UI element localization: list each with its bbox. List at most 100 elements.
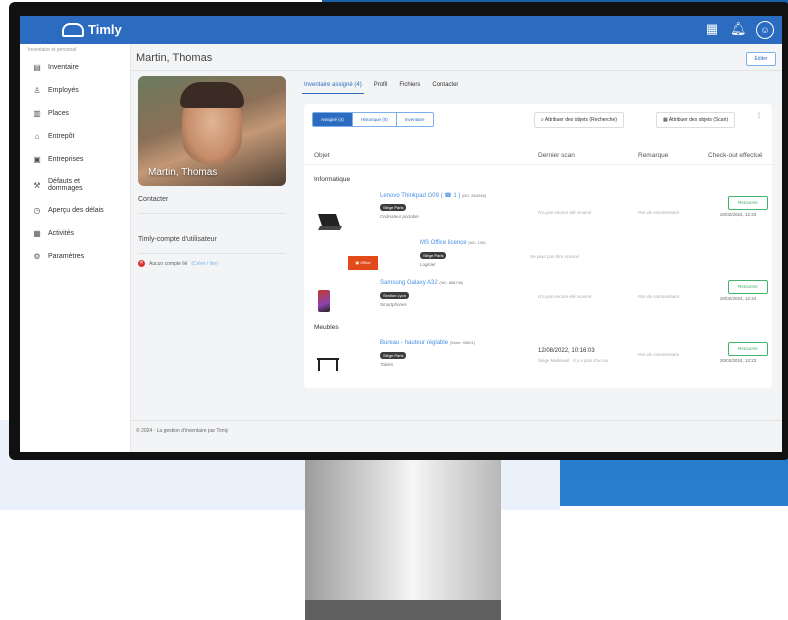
item-ref: (NC: 894348) [462,193,487,198]
attribute-scan-button[interactable]: ▦ Attribuer des objets (Scan) [656,112,736,128]
item-title: MS Office licence [420,240,467,246]
location-badge: Section Lyon [380,292,409,299]
inventory-card: Assigné (4) Historique (0) Inventaire ⌕ … [304,104,772,388]
attribute-search-label: Attribuer des objets (Recherche) [544,117,617,123]
remark-text: Pas de commentaire [638,352,680,357]
create-link-account-link[interactable]: (Créer / lier) [191,261,218,267]
item-title: Lenovo Thinkpad G09 ( ☎ 1 ) [380,193,461,199]
segment-inventaire[interactable]: Inventaire [397,113,433,126]
checkout-date: 20/02/2024, 12:23 [720,358,757,363]
laptop-thumbnail [318,214,342,230]
top-bar: Timly ▦ 🔔︎ ☺ [20,16,782,44]
item-title-link[interactable]: Samsung Galaxy A32 (NC: 888746) [380,280,463,286]
error-icon: ✕ [138,260,145,267]
checkout-date: 20/02/2024, 12:23 [720,212,757,217]
clock-icon: ◷ [33,206,41,215]
phone-thumbnail [318,290,330,312]
item-title: Samsung Galaxy A32 [380,280,438,286]
divider [138,253,286,254]
account-status-text: Aucun compte lié [149,260,188,267]
sidebar-item-places[interactable]: ▥ Places [20,102,130,125]
header-checkout: Check-out effectué [708,152,763,159]
header-remark: Remarque [638,152,669,159]
monitor-stand-base [305,600,501,620]
person-icon: ♙ [33,86,41,95]
sidebar-item-entreprises[interactable]: ▣ Entreprises [20,148,130,171]
item-ref: (NC: 888746) [439,280,464,285]
sidebar-item-label: Activités [48,230,75,237]
segment-assigne[interactable]: Assigné (4) [313,113,353,126]
account-heading: Timly-compte d'utilisateur [138,236,217,243]
tab-bar: Inventaire assigné (4) Profil Fichiers C… [302,80,460,94]
sidebar-item-label: Entreprises [48,156,84,163]
last-scan-location: Siège Mailewail · Il y a plus d'un an [538,358,609,363]
tab-contacter[interactable]: Contacter [430,80,460,94]
sidebar-item-employes[interactable]: ♙ Employés [20,79,130,102]
item-category: Smartphones [380,302,407,307]
item-title-link[interactable]: Lenovo Thinkpad G09 ( ☎ 1 ) (NC: 894348) [380,192,486,199]
last-scan-text: N'a pas encore été scanné [538,294,592,299]
tab-inventaire-assigne[interactable]: Inventaire assigné (4) [302,80,364,94]
location-badge: Siège Paris [380,352,407,359]
header-divider [130,70,782,71]
return-button[interactable]: Retourner [728,342,768,356]
sidebar-item-label: Places [48,110,70,117]
inventory-icon: ▤ [33,63,41,72]
contact-link[interactable]: Contacter [138,192,286,207]
sidebar: Inventaire et personal ▤ Inventaire ♙ Empl… [20,44,131,452]
sidebar-item-label: Entrepôt [48,133,75,140]
sidebar-item-label: Inventaire [48,64,79,71]
footer-text: © 2024 · La gestion d'inventaire par Tim… [136,428,229,434]
office-thumbnail: ▣ Office [348,256,378,270]
edit-button[interactable]: Éditer [746,52,776,66]
segment-control: Assigné (4) Historique (0) Inventaire [312,112,434,127]
avatar-icon[interactable]: ☺ [756,21,774,39]
return-button[interactable]: Retourner [728,196,768,210]
item-title: Bureau - hauteur réglable [380,340,449,346]
sidebar-item-defauts[interactable]: ⚒ Défauts et dommages [20,171,130,199]
tab-fichiers[interactable]: Fichiers [397,80,422,94]
sidebar-item-label: Défauts et dommages [48,178,83,192]
group-heading: Informatique [314,176,351,183]
item-title-link[interactable]: Bureau - hauteur réglable (Serie: 95521) [380,340,475,346]
checkout-date: 20/02/2024, 12:24 [720,296,757,301]
bell-icon[interactable]: 🔔︎ [730,21,747,37]
profile-side-panel: Contacter Timly-compte d'utilisateur ✕ A… [138,192,286,267]
hair-shape [180,82,244,108]
sidebar-item-delais[interactable]: ◷ Aperçu des délais [20,199,130,222]
attribute-search-button[interactable]: ⌕ Attribuer des objets (Recherche) [534,112,624,128]
sidebar-item-inventaire[interactable]: ▤ Inventaire [20,56,130,79]
more-icon[interactable]: ⋮ [756,112,762,119]
sidebar-item-entrepot[interactable]: ⌂ Entrepôt [20,125,130,148]
row-divider [304,164,772,165]
sidebar-item-activites[interactable]: ▦ Activités [20,222,130,245]
app-logo[interactable]: Timly [62,22,122,37]
item-ref: (Serie: 95521) [449,340,476,345]
account-status: ✕ Aucun compte lié (Créer / lier) [138,260,286,267]
remark-text: Pas de commentaire [638,294,680,299]
remark-text: Pas de commentaire [638,210,680,215]
scan-icon[interactable]: ▦ [704,21,720,37]
sidebar-item-parametres[interactable]: ⚙ Paramètres [20,245,130,268]
profile-photo: Martin, Thomas [138,76,286,186]
location-badge: Siège Paris [420,252,447,259]
gear-icon: ⚙ [33,252,41,261]
wrench-icon: ⚒ [33,180,41,190]
app-screen: Timly ▦ 🔔︎ ☺ Inventaire et personal ▤ Inv… [20,16,782,452]
last-scan-text: N'a pas encore été scanné [538,210,592,215]
item-title-link[interactable]: MS Office licence (NC: 100) [420,240,486,246]
logo-icon [62,22,84,37]
calendar-icon: ▦ [33,229,41,238]
return-button[interactable]: Retourner [728,280,768,294]
profile-name: Martin, Thomas [148,167,218,178]
sidebar-item-label: Paramètres [48,253,85,260]
app-name: Timly [88,22,122,37]
segment-historique[interactable]: Historique (0) [353,113,397,126]
item-category: Ordinateur portable [380,214,419,219]
sidebar-item-label: Aperçu des délais [48,207,104,214]
company-icon: ▣ [33,155,41,164]
tab-profil[interactable]: Profil [372,80,390,94]
top-icons: ▦ 🔔︎ ☺ [704,21,774,39]
sidebar-caption: Inventaire et personal [28,47,77,53]
building-icon: ▥ [33,109,41,118]
